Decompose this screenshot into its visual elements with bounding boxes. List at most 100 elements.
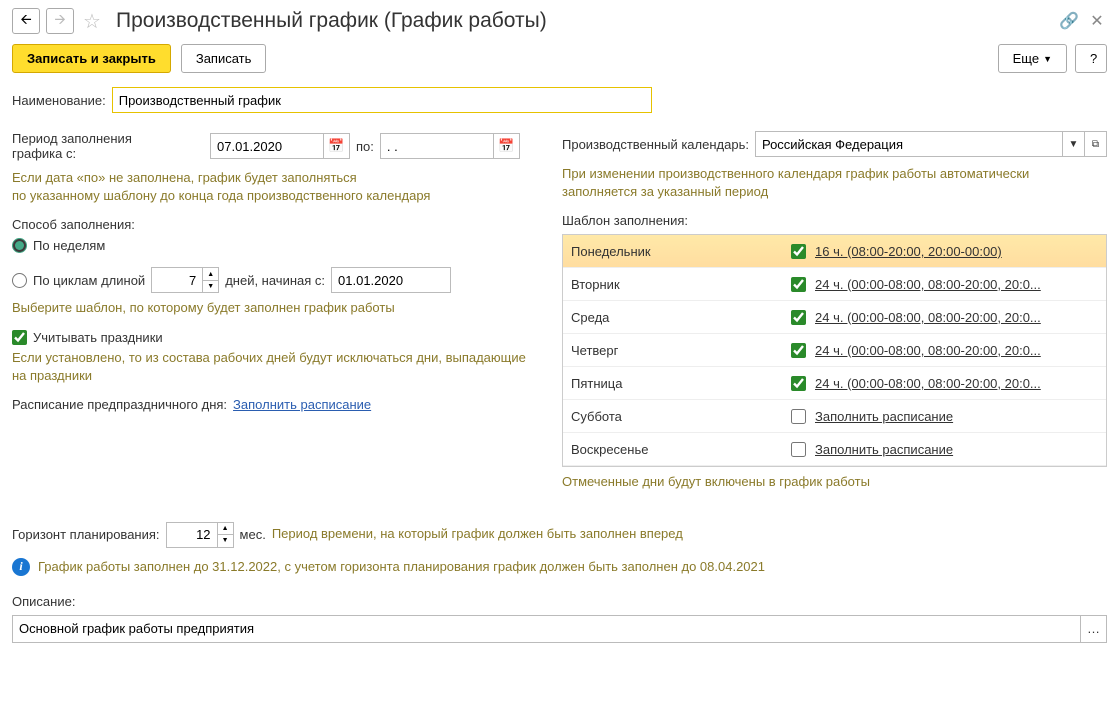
template-choice-hint: Выберите шаблон, по которому будет запол… xyxy=(12,299,542,317)
calendar-icon[interactable]: 📅 xyxy=(493,134,519,158)
day-name: Понедельник xyxy=(571,244,781,259)
day-checkbox[interactable] xyxy=(791,376,806,391)
save-close-button[interactable]: Записать и закрыть xyxy=(12,44,171,73)
table-row[interactable]: Суббота Заполнить расписание xyxy=(563,400,1106,433)
close-icon[interactable]: ✕ xyxy=(1087,11,1107,31)
radio-by-cycles-label: По циклам длиной xyxy=(33,273,145,288)
description-input[interactable] xyxy=(13,616,1080,642)
schedule-link[interactable]: 24 ч. (00:00-08:00, 08:00-20:00, 20:0... xyxy=(815,277,1098,292)
chevron-down-icon[interactable]: ▼ xyxy=(1062,132,1084,156)
horizon-row: Горизонт планирования: ▲ ▼ мес. Период в… xyxy=(12,522,1107,548)
more-button[interactable]: Еще ▼ xyxy=(998,44,1067,73)
spinner-down-icon[interactable]: ▼ xyxy=(203,281,218,293)
period-to-label: по: xyxy=(356,139,374,154)
save-button[interactable]: Записать xyxy=(181,44,267,73)
schedule-link[interactable]: 24 ч. (00:00-08:00, 08:00-20:00, 20:0... xyxy=(815,310,1098,325)
more-button-label: Еще xyxy=(1013,51,1039,66)
table-row[interactable]: Воскресенье Заполнить расписание xyxy=(563,433,1106,466)
link-icon[interactable]: 🔗 xyxy=(1059,11,1079,31)
template-table: Понедельник 16 ч. (08:00-20:00, 20:00-00:… xyxy=(562,234,1107,467)
horizon-label: Горизонт планирования: xyxy=(12,527,160,542)
period-hint: Если дата «по» не заполнена, график буде… xyxy=(12,169,542,205)
window-header: 🡨 🡪 ☆ Производственный график (График ра… xyxy=(12,8,1107,34)
calendar-select[interactable]: ▼ ⧉ xyxy=(755,131,1107,157)
arrow-left-icon: 🡨 xyxy=(20,9,31,33)
horizon-hint: Период времени, на который график должен… xyxy=(272,525,683,543)
schedule-link[interactable]: 24 ч. (00:00-08:00, 08:00-20:00, 20:0... xyxy=(815,343,1098,358)
cycle-start-field[interactable] xyxy=(332,268,450,292)
radio-by-cycles[interactable] xyxy=(12,273,27,288)
description-input-wrap: … xyxy=(12,615,1107,643)
schedule-link[interactable]: Заполнить расписание xyxy=(815,409,1098,424)
calendar-row: Производственный календарь: ▼ ⧉ xyxy=(562,131,1107,157)
table-row[interactable]: Вторник 24 ч. (00:00-08:00, 08:00-20:00, … xyxy=(563,268,1106,301)
cycle-days-field[interactable] xyxy=(152,268,202,292)
calendar-icon[interactable]: 📅 xyxy=(323,134,349,158)
holidays-checkbox[interactable] xyxy=(12,330,27,345)
info-text: График работы заполнен до 31.12.2022, с … xyxy=(38,558,765,576)
date-from-input[interactable]: 📅 xyxy=(210,133,350,159)
name-input[interactable] xyxy=(112,87,652,113)
template-footer-hint: Отмеченные дни будут включены в график р… xyxy=(562,473,1107,491)
date-to-field[interactable] xyxy=(381,134,493,158)
day-name: Суббота xyxy=(571,409,781,424)
calendar-label: Производственный календарь: xyxy=(562,137,749,152)
radio-by-weeks[interactable] xyxy=(12,238,27,253)
template-label: Шаблон заполнения: xyxy=(562,213,1107,228)
period-from-label: Период заполнения графика с: xyxy=(12,131,142,161)
cycle-start-input[interactable] xyxy=(331,267,451,293)
radio-by-cycles-row: По циклам длиной ▲ ▼ дней, начиная с: xyxy=(12,267,542,293)
back-button[interactable]: 🡨 xyxy=(12,8,40,34)
schedule-link[interactable]: 24 ч. (00:00-08:00, 08:00-20:00, 20:0... xyxy=(815,376,1098,391)
holidays-row: Учитывать праздники xyxy=(12,330,542,345)
day-checkbox[interactable] xyxy=(791,442,806,457)
chevron-down-icon: ▼ xyxy=(1043,54,1052,64)
star-icon[interactable]: ☆ xyxy=(80,9,104,33)
open-icon[interactable]: ⧉ xyxy=(1084,132,1106,156)
radio-by-weeks-row: По неделям xyxy=(12,238,542,253)
name-row: Наименование: xyxy=(12,87,1107,113)
arrow-right-icon: 🡪 xyxy=(54,9,65,33)
day-name: Четверг xyxy=(571,343,781,358)
spinner-up-icon[interactable]: ▲ xyxy=(218,523,233,536)
radio-by-weeks-label: По неделям xyxy=(33,238,105,253)
day-name: Пятница xyxy=(571,376,781,391)
spinner-up-icon[interactable]: ▲ xyxy=(203,268,218,281)
day-name: Среда xyxy=(571,310,781,325)
toolbar: Записать и закрыть Записать Еще ▼ ? xyxy=(12,44,1107,73)
holidays-hint: Если установлено, то из состава рабочих … xyxy=(12,349,542,385)
name-label: Наименование: xyxy=(12,93,106,108)
table-row[interactable]: Четверг 24 ч. (00:00-08:00, 08:00-20:00, … xyxy=(563,334,1106,367)
fill-schedule-link[interactable]: Заполнить расписание xyxy=(233,397,371,412)
table-row[interactable]: Понедельник 16 ч. (08:00-20:00, 20:00-00:… xyxy=(563,235,1106,268)
day-name: Воскресенье xyxy=(571,442,781,457)
help-button[interactable]: ? xyxy=(1075,44,1107,73)
day-checkbox[interactable] xyxy=(791,244,806,259)
date-from-field[interactable] xyxy=(211,134,323,158)
info-icon: i xyxy=(12,558,30,576)
date-to-input[interactable]: 📅 xyxy=(380,133,520,159)
day-name: Вторник xyxy=(571,277,781,292)
horizon-field[interactable] xyxy=(167,523,217,547)
cycle-days-suffix: дней, начиная с: xyxy=(225,273,325,288)
day-checkbox[interactable] xyxy=(791,310,806,325)
page-title: Производственный график (График работы) xyxy=(116,9,1053,33)
schedule-link[interactable]: Заполнить расписание xyxy=(815,442,1098,457)
day-checkbox[interactable] xyxy=(791,277,806,292)
calendar-hint: При изменении производственного календар… xyxy=(562,165,1107,201)
horizon-stepper[interactable]: ▲ ▼ xyxy=(166,522,234,548)
forward-button: 🡪 xyxy=(46,8,74,34)
spinner-down-icon[interactable]: ▼ xyxy=(218,535,233,547)
cycle-days-stepper[interactable]: ▲ ▼ xyxy=(151,267,219,293)
preholiday-label: Расписание предпраздничного дня: xyxy=(12,397,227,412)
schedule-link[interactable]: 16 ч. (08:00-20:00, 20:00-00:00) xyxy=(815,244,1098,259)
holidays-label: Учитывать праздники xyxy=(33,330,163,345)
ellipsis-icon[interactable]: … xyxy=(1080,616,1106,642)
day-checkbox[interactable] xyxy=(791,343,806,358)
table-row[interactable]: Среда 24 ч. (00:00-08:00, 08:00-20:00, 20… xyxy=(563,301,1106,334)
calendar-field[interactable] xyxy=(756,132,1062,156)
period-row: Период заполнения графика с: 📅 по: 📅 xyxy=(12,131,542,161)
day-checkbox[interactable] xyxy=(791,409,806,424)
preholiday-row: Расписание предпраздничного дня: Заполни… xyxy=(12,397,542,412)
table-row[interactable]: Пятница 24 ч. (00:00-08:00, 08:00-20:00, … xyxy=(563,367,1106,400)
